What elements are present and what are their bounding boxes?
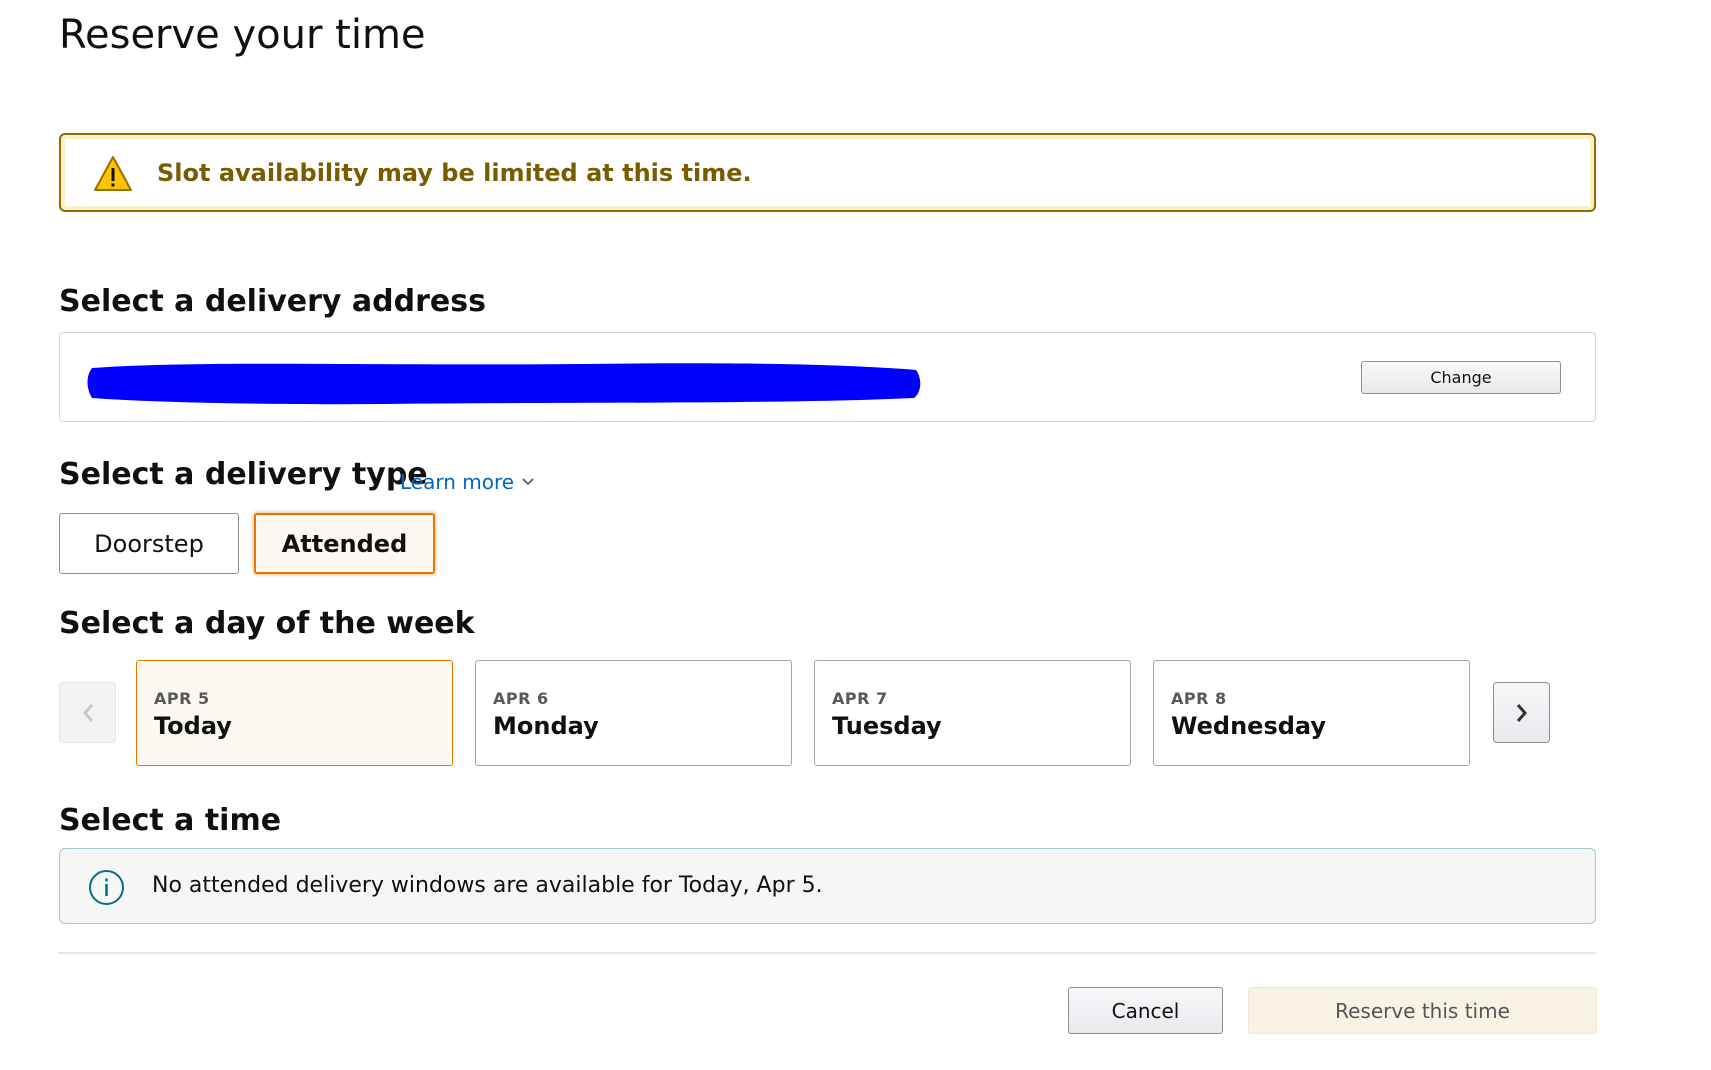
delivery-type-attended[interactable]: Attended	[254, 513, 435, 574]
address-box: Change	[59, 332, 1596, 422]
delivery-type-heading: Select a delivery type	[59, 457, 428, 492]
day-name: Monday	[493, 712, 599, 740]
info-message: No attended delivery windows are availab…	[152, 873, 823, 898]
reserve-button[interactable]: Reserve this time	[1248, 987, 1597, 1034]
chevron-right-icon	[1516, 703, 1527, 722]
info-box: No attended delivery windows are availab…	[59, 848, 1596, 924]
day-card-apr-5[interactable]: APR 5 Today	[136, 660, 453, 766]
day-name: Tuesday	[832, 712, 942, 740]
day-heading: Select a day of the week	[59, 606, 475, 641]
alert-message: Slot availability may be limited at this…	[157, 159, 752, 187]
day-card-apr-7[interactable]: APR 7 Tuesday	[814, 660, 1131, 766]
info-icon	[89, 870, 124, 905]
cancel-button[interactable]: Cancel	[1068, 987, 1223, 1034]
learn-more-link[interactable]: Learn more	[400, 470, 534, 494]
day-card-apr-6[interactable]: APR 6 Monday	[475, 660, 792, 766]
next-days-button[interactable]	[1493, 682, 1550, 743]
day-date: APR 6	[493, 689, 549, 708]
previous-days-button[interactable]	[59, 682, 116, 743]
warning-triangle-icon	[94, 156, 132, 191]
learn-more-label: Learn more	[400, 470, 515, 494]
day-date: APR 7	[832, 689, 888, 708]
time-heading: Select a time	[59, 803, 282, 838]
day-date: APR 5	[154, 689, 210, 708]
chevron-down-icon	[522, 478, 534, 486]
day-date: APR 8	[1171, 689, 1227, 708]
divider	[59, 952, 1596, 954]
page-title: Reserve your time	[59, 12, 426, 58]
availability-alert: Slot availability may be limited at this…	[59, 133, 1596, 212]
delivery-type-doorstep[interactable]: Doorstep	[59, 513, 239, 574]
day-name: Today	[154, 712, 232, 740]
chevron-left-icon	[82, 703, 93, 722]
address-heading: Select a delivery address	[59, 284, 486, 319]
day-card-apr-8[interactable]: APR 8 Wednesday	[1153, 660, 1470, 766]
redacted-address	[87, 363, 921, 405]
day-name: Wednesday	[1171, 712, 1327, 740]
change-address-button[interactable]: Change	[1361, 361, 1561, 394]
